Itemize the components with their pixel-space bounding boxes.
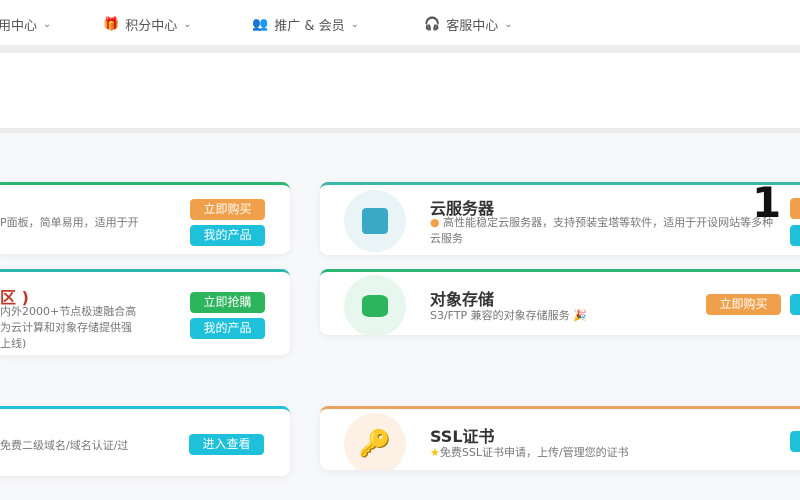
my-products-button[interactable]: 我的产品 [190,225,265,246]
product-card: P面板，简单易用，适用于开 立即购买 我的产品 [0,182,290,254]
my-products-button[interactable] [790,294,800,315]
object-storage-card: 对象存储 S3/FTP 兼容的对象存储服务 🎉 立即购买 [320,269,800,335]
chevron-down-icon: ⌄ [504,19,513,30]
divider [0,128,800,133]
card-desc: S3/FTP 兼容的对象存储服务 🎉 [430,309,587,322]
database-icon [344,275,406,335]
nav-label: 积分中心 [125,19,178,34]
card-title: SSL证书 [430,427,495,446]
cloud-server-card: 云服务器 ● 高性能稳定云服务器，支持预装宝塔等软件，适用于开设网站等多种云服务 [320,182,800,255]
chevron-down-icon: ⌄ [43,19,52,30]
nav-label: 推广 & 会员 [274,19,345,34]
buy-button[interactable]: 立即购买 [706,294,781,315]
divider [0,45,800,53]
nav-user-center[interactable]: 用中心 ⌄ [0,15,51,34]
buy-button[interactable]: 立即购买 [190,199,265,220]
fire-icon: ● [430,216,440,229]
card-desc: ★免费SSL证书申请，上传/管理您的证书 [430,445,629,461]
ssl-card: 🔑 SSL证书 ★免费SSL证书申请，上传/管理您的证书 [320,406,800,470]
card-desc: P面板，简单易用，适用于开 [0,216,139,229]
banner-area [0,53,800,128]
product-card: 免费二级域名/域名认证/过 进入查看 [0,406,290,476]
my-products-button[interactable] [790,225,800,246]
view-button[interactable] [790,431,800,452]
card-desc: 免费二级域名/域名认证/过 [0,439,129,452]
card-desc: 内外2000+节点极速融合高 为云计算和对象存储提供强 上线) [0,305,137,350]
chevron-down-icon: ⌄ [183,19,192,30]
buy-button[interactable] [790,198,800,219]
card-title: 对象存储 [430,290,495,309]
overlay-number: 1 [752,178,782,227]
product-card: 区 ) 内外2000+节点极速融合高 为云计算和对象存储提供强 上线) 立即抢購… [0,269,290,355]
star-icon: ★ [430,446,440,459]
nav-promotion[interactable]: 👥 推广 & 会员 ⌄ [252,15,359,34]
desc-text: 高性能稳定云服务器，支持预装宝塔等软件，适用于开设网站等多种云服务 [430,216,774,245]
nav-label: 用中心 [0,19,38,34]
users-icon: 👥 [252,17,269,32]
key-icon: 🔑 [344,413,406,470]
nav-points-center[interactable]: 🎁 积分中心 ⌄ [103,15,192,34]
grab-button[interactable]: 立即抢購 [190,292,265,313]
gift-icon: 🎁 [103,17,120,32]
cube-icon [344,190,406,252]
my-products-button[interactable]: 我的产品 [190,318,265,339]
top-nav: 用中心 ⌄ 🎁 积分中心 ⌄ 👥 推广 & 会员 ⌄ 🎧 客服中心 ⌄ [0,0,800,45]
headset-icon: 🎧 [424,17,441,32]
nav-support[interactable]: 🎧 客服中心 ⌄ [424,15,513,34]
chevron-down-icon: ⌄ [350,19,359,30]
card-desc: ● 高性能稳定云服务器，支持预装宝塔等软件，适用于开设网站等多种云服务 [430,215,782,247]
view-button[interactable]: 进入查看 [189,434,264,455]
nav-label: 客服中心 [446,19,499,34]
desc-text: 免费SSL证书申请，上传/管理您的证书 [439,446,629,459]
